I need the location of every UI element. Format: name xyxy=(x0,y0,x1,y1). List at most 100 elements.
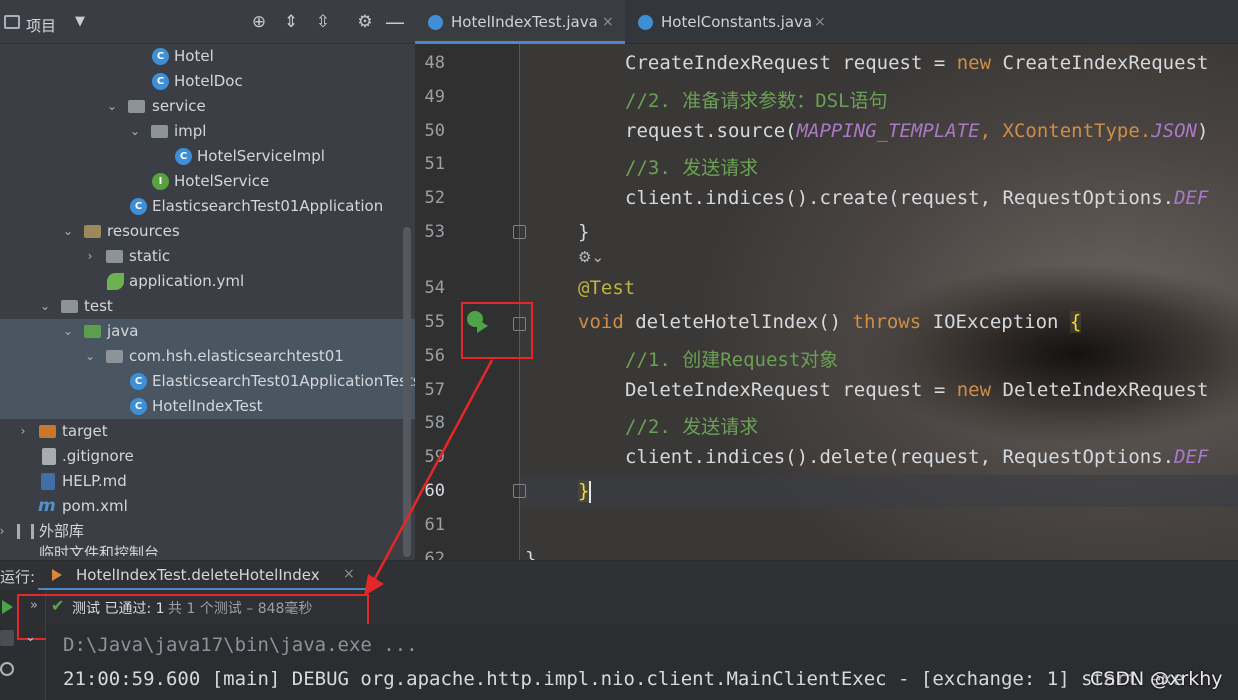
chevron-down-icon[interactable]: ⌄ xyxy=(38,294,52,319)
tree-item-label: HotelDoc xyxy=(174,72,243,90)
tree-item-label: .gitignore xyxy=(62,447,134,465)
line-number: 54 xyxy=(424,278,445,298)
tree-item[interactable]: › target xyxy=(0,419,415,444)
tree-item[interactable]: C HotelServiceImpl xyxy=(0,144,415,169)
tree-item[interactable]: I HotelService xyxy=(0,169,415,194)
line-number: 55 xyxy=(424,312,445,332)
expand-all-icon[interactable]: ⇕ xyxy=(281,12,301,32)
tree-item[interactable]: C HotelIndexTest xyxy=(0,394,415,419)
rerun-failed-icon[interactable] xyxy=(0,662,14,676)
code-line: client.indices().delete(request, Request… xyxy=(625,446,1209,468)
tree-item[interactable]: ⌄ test xyxy=(0,294,415,319)
tree-item-label: com.hsh.elasticsearchtest01 xyxy=(129,347,344,365)
tree-item[interactable]: 临时文件和控制台 xyxy=(0,544,415,556)
close-icon[interactable]: × xyxy=(602,0,614,44)
code-line: } xyxy=(578,221,590,243)
tab-label: HotelIndexTest.java xyxy=(451,13,598,31)
tree-item[interactable]: ⌄ resources xyxy=(0,219,415,244)
chevron-down-icon[interactable]: ⌄ xyxy=(25,630,36,645)
markdown-file-icon xyxy=(41,473,55,490)
package-folder-icon xyxy=(128,100,145,113)
package-folder-icon xyxy=(151,125,168,138)
code-line: } xyxy=(578,480,592,503)
chevron-down-icon[interactable]: ⌄ xyxy=(105,94,119,119)
line-number: 57 xyxy=(424,380,445,400)
stop-icon[interactable] xyxy=(0,630,14,646)
chevron-right-icon[interactable]: › xyxy=(83,244,97,269)
console-command-line: D:\Java\java17\bin\java.exe ... xyxy=(63,634,418,656)
chevron-down-icon[interactable]: ⌄ xyxy=(128,119,142,144)
watermark: CSDN @xrkhy xyxy=(1090,668,1223,690)
tree-item-label: 外部库 xyxy=(39,522,85,540)
chevron-down-icon[interactable]: ⌄ xyxy=(61,219,75,244)
tree-item-label: HotelIndexTest xyxy=(152,397,263,415)
chevron-right-icon[interactable]: › xyxy=(0,519,9,544)
tree-item[interactable]: C Hotel xyxy=(0,44,415,69)
chevron-right-icon[interactable]: › xyxy=(16,419,30,444)
tree-item[interactable]: ⌄ java xyxy=(0,319,415,344)
chevron-down-icon[interactable]: ⌄ xyxy=(61,319,75,344)
rerun-play-icon[interactable] xyxy=(2,600,13,614)
line-number: 61 xyxy=(424,515,445,535)
inlay-hints-icon[interactable]: ⚙⌄ xyxy=(578,248,604,266)
line-number: 50 xyxy=(424,121,445,141)
console-output[interactable]: ⌄ D:\Java\java17\bin\java.exe ... 21:00:… xyxy=(25,624,1238,700)
dropdown-chevron-icon[interactable]: ▼ xyxy=(70,12,90,32)
hide-panel-icon[interactable]: — xyxy=(385,12,405,32)
run-tool-window-header: 运行: HotelIndexTest.deleteHotelIndex × xyxy=(0,560,1238,591)
close-icon[interactable]: × xyxy=(343,566,355,582)
settings-gear-icon[interactable]: ⚙ xyxy=(355,12,375,32)
tab-hotel-constants[interactable]: HotelConstants.java × xyxy=(625,0,840,44)
test-sources-folder-icon xyxy=(84,325,101,338)
tree-item-label: java xyxy=(107,322,139,340)
run-config-icon xyxy=(52,569,62,581)
tree-item[interactable]: HELP.md xyxy=(0,469,415,494)
code-editor[interactable]: 48 49 50 51 52 53 54 55 56 57 58 59 60 6… xyxy=(415,44,1238,560)
class-icon: C xyxy=(175,148,192,165)
run-config-tab[interactable]: HotelIndexTest.deleteHotelIndex × xyxy=(38,561,368,591)
close-icon[interactable]: × xyxy=(814,0,826,44)
fold-marker-icon[interactable] xyxy=(513,484,526,498)
fold-marker-icon[interactable] xyxy=(513,225,526,239)
tree-item[interactable]: ⌄ impl xyxy=(0,119,415,144)
line-number: 53 xyxy=(424,222,445,242)
library-icon xyxy=(17,524,34,539)
tree-item-label: Hotel xyxy=(174,47,214,65)
code-comment: //2. 准备请求参数：DSL语句 xyxy=(625,90,888,112)
tree-item[interactable]: m pom.xml xyxy=(0,494,415,519)
package-folder-icon xyxy=(106,350,123,363)
tree-item[interactable]: › 外部库 xyxy=(0,519,415,544)
text-cursor xyxy=(589,480,592,503)
annotation-highlight-box xyxy=(461,302,533,359)
tree-item-label: application.yml xyxy=(129,272,245,290)
folder-icon xyxy=(61,300,78,313)
tree-item[interactable]: ⌄ com.hsh.elasticsearchtest01 xyxy=(0,344,415,369)
tree-item[interactable]: C ElasticsearchTest01Application xyxy=(0,194,415,219)
chevron-down-icon[interactable]: ⌄ xyxy=(83,344,97,369)
locate-file-icon[interactable]: ⊕ xyxy=(249,12,269,32)
collapse-all-icon[interactable]: ⇳ xyxy=(313,12,333,32)
interface-icon: I xyxy=(152,173,169,190)
tree-item[interactable]: › static xyxy=(0,244,415,269)
tree-item[interactable]: ⌄ service xyxy=(0,94,415,119)
tree-item[interactable]: application.yml xyxy=(0,269,415,294)
project-panel-title[interactable]: 项目 xyxy=(26,15,56,36)
tree-item-label: 临时文件和控制台 xyxy=(39,544,160,556)
project-icon xyxy=(4,15,20,29)
project-sidebar: 项目 ▼ ⊕ ⇕ ⇳ ⚙ — C Hotel C HotelDoc ⌄ serv… xyxy=(0,0,415,560)
sidebar-scrollbar[interactable] xyxy=(403,227,411,557)
tree-item-label: ElasticsearchTest01Application xyxy=(152,197,384,215)
spring-yml-icon xyxy=(107,273,124,290)
tab-hotel-index-test[interactable]: HotelIndexTest.java × xyxy=(415,0,625,44)
tree-item-label: pom.xml xyxy=(62,497,128,515)
tree-item-label: target xyxy=(62,422,108,440)
tree-item[interactable]: .gitignore xyxy=(0,444,415,469)
line-number: 60 xyxy=(424,481,445,501)
tree-item-label: impl xyxy=(174,122,207,140)
line-number: 52 xyxy=(424,188,445,208)
tree-item-label: ElasticsearchTest01ApplicationTests xyxy=(152,372,415,390)
maven-file-icon: m xyxy=(38,496,56,516)
tree-item[interactable]: C ElasticsearchTest01ApplicationTests xyxy=(0,369,415,394)
tree-item[interactable]: C HotelDoc xyxy=(0,69,415,94)
tree-item-label: static xyxy=(129,247,171,265)
